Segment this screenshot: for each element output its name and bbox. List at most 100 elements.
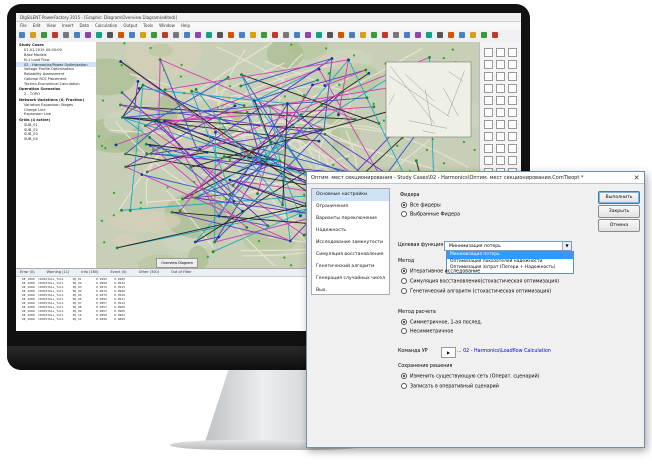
toolbar-tool-icon[interactable] [437,32,443,38]
toolbar-tool-icon[interactable] [217,32,223,38]
drawing-tool-icon[interactable] [496,156,505,165]
toolbar-tool-icon[interactable] [338,32,344,38]
toolbar-tool-icon[interactable] [74,32,80,38]
drawing-tool-icon[interactable] [508,156,517,165]
drawing-tool-icon[interactable] [484,84,493,93]
drawing-tool-icon[interactable] [496,108,505,117]
tree-item[interactable]: Network Variations (0, Fraction) [16,98,96,103]
toolbar-tool-icon[interactable] [173,32,179,38]
drawing-tool-icon[interactable] [484,108,493,117]
dialog-nav-item[interactable]: Ограничения [312,201,389,213]
toolbar-tool-icon[interactable] [448,32,454,38]
drawing-tool-icon[interactable] [496,120,505,129]
data-manager-tree[interactable]: Study Cases 01.01.2015 00:00:00 Base Model… [16,42,97,268]
drawing-tool-icon[interactable] [496,60,505,69]
output-tab[interactable]: Other (300) [139,270,159,274]
drawing-tool-icon[interactable] [508,84,517,93]
toolbar-tool-icon[interactable] [129,32,135,38]
menu-item[interactable]: Output [123,23,137,28]
toolbar-tool-icon[interactable] [481,32,487,38]
dialog-nav-item[interactable]: Основные настройки [312,189,389,201]
tree-item[interactable]: 02 - Harmonics/Power Optimisation [16,62,96,67]
tree-item[interactable]: Expansion Line [16,112,96,117]
toolbar-tool-icon[interactable] [360,32,366,38]
calc-asymmetric-radio[interactable]: Несимметричное [401,328,453,335]
tree-item[interactable]: Techno-Economical Calculation [16,81,96,86]
toolbar-tool-icon[interactable] [184,32,190,38]
toolbar-tool-icon[interactable] [492,32,498,38]
toolbar-tool-icon[interactable] [371,32,377,38]
calc-symmetric-radio[interactable]: Симметричнoе, 1-ая послед. [401,319,482,326]
tab-overview-diagram[interactable]: Overview Diagram [156,258,198,268]
drawing-tool-icon[interactable] [496,48,505,57]
output-tab[interactable]: Warning (11) [47,270,70,274]
drawing-tool-icon[interactable] [508,132,517,141]
toolbar-tool-icon[interactable] [283,32,289,38]
toolbar-tool-icon[interactable] [415,32,421,38]
toolbar-tool-icon[interactable] [162,32,168,38]
dialog-nav-item[interactable]: Вых. [312,285,389,297]
toolbar-tool-icon[interactable] [250,32,256,38]
toolbar-tool-icon[interactable] [404,32,410,38]
chevron-down-icon[interactable]: ▼ [562,242,571,250]
output-tab[interactable]: Info (160) [81,270,98,274]
menu-item[interactable]: Tools [143,23,153,28]
toolbar-tool-icon[interactable] [118,32,124,38]
toolbar-tool-icon[interactable] [382,32,388,38]
drawing-tool-icon[interactable] [508,144,517,153]
toolbar-tool-icon[interactable] [63,32,69,38]
toolbar-tool-icon[interactable] [96,32,102,38]
toolbar-tool-icon[interactable] [261,32,267,38]
cancel-button[interactable]: Отмена [598,219,640,232]
method-iterative-radio[interactable]: Итеративное исследование [401,268,480,275]
output-tab[interactable]: Error (0) [20,270,35,274]
method-genetic-radio[interactable]: Генетический алгоритм (стохастическая оп… [401,288,551,295]
dialog-nav-item[interactable]: Исследование замкнутости [312,237,389,249]
dialog-nav-item[interactable]: Генерация случайных чисел [312,273,389,285]
toolbar-tool-icon[interactable] [393,32,399,38]
drawing-tool-icon[interactable] [508,60,517,69]
menu-item[interactable]: Insert [62,23,73,28]
close-button[interactable]: Закрыть [598,205,640,218]
drawing-tool-icon[interactable] [484,72,493,81]
output-tab[interactable]: Out of Filter [171,270,192,274]
toolbar-tool-icon[interactable] [349,32,355,38]
drawing-tool-icon[interactable] [508,48,517,57]
command-link[interactable]: ... 02 - Harmonics\Loadflow Calculation [457,349,551,354]
dialog-nav-item[interactable]: Генетический алгоритм [312,261,389,273]
run-button[interactable]: Выполнить [598,191,640,204]
toolbar-tool-icon[interactable] [239,32,245,38]
close-icon[interactable]: ✕ [632,174,641,182]
toolbar-tool-icon[interactable] [426,32,432,38]
dialog-nav-item[interactable]: Симуляция восстановления [312,249,389,261]
toolbar-tool-icon[interactable] [206,32,212,38]
menu-item[interactable]: Help [181,23,190,28]
menu-item[interactable]: File [20,23,27,28]
menu-item[interactable]: Calculation [95,23,117,28]
tree-item[interactable]: SUB_04 [16,137,96,142]
drawing-tool-icon[interactable] [484,48,493,57]
toolbar-tool-icon[interactable] [327,32,333,38]
menu-item[interactable]: View [46,23,56,28]
drawing-tool-icon[interactable] [484,120,493,129]
toolbar-tool-icon[interactable] [272,32,278,38]
toolbar-tool-icon[interactable] [294,32,300,38]
drawing-tool-icon[interactable] [508,120,517,129]
method-restoration-radio[interactable]: Симуляция восстановления(стохастическая … [401,278,559,285]
tree-item[interactable]: 2 - TOPO [16,92,96,97]
drawing-tool-icon[interactable] [508,96,517,105]
drawing-tool-icon[interactable] [484,156,493,165]
drawing-tool-icon[interactable] [496,144,505,153]
toolbar-tool-icon[interactable] [195,32,201,38]
toolbar-tool-icon[interactable] [305,32,311,38]
toolbar-tool-icon[interactable] [41,32,47,38]
menu-item[interactable]: Data [79,23,89,28]
drawing-tool-icon[interactable] [496,72,505,81]
target-function-select[interactable]: Минимизация потерь ▼ [444,241,572,251]
drawing-tool-icon[interactable] [484,60,493,69]
toolbar-tool-icon[interactable] [52,32,58,38]
toolbar-tool-icon[interactable] [470,32,476,38]
menu-item[interactable]: Edit [33,23,41,28]
drawing-tool-icon[interactable] [496,96,505,105]
drawing-tool-icon[interactable] [508,108,517,117]
